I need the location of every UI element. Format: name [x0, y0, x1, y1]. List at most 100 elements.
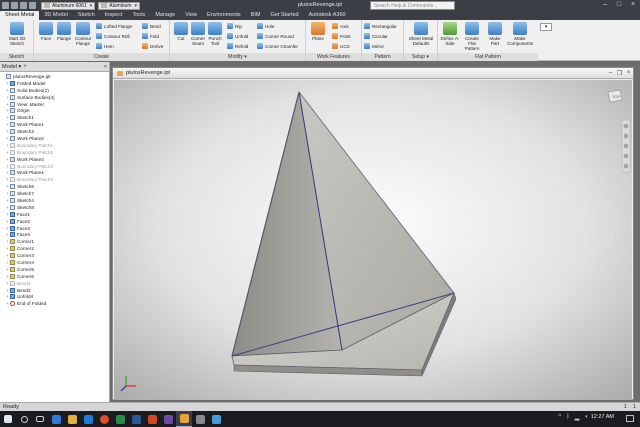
tree-item[interactable]: + View: Master: [1, 101, 109, 108]
tree-item[interactable]: + Corner2: [1, 245, 109, 252]
taskbar-app[interactable]: [144, 411, 160, 427]
axis-button[interactable]: Axis: [332, 22, 349, 30]
tab-manage[interactable]: Manage: [150, 11, 180, 20]
fold-button[interactable]: Fold: [142, 32, 159, 40]
bluetooth-icon[interactable]: ᛒ: [566, 414, 570, 421]
hole-button[interactable]: Hole: [257, 22, 274, 30]
taskbar-app[interactable]: [128, 411, 144, 427]
lofted-flange-button[interactable]: Lofted Flange: [96, 22, 132, 30]
make-part-button[interactable]: Make Part: [485, 22, 505, 46]
save-icon[interactable]: [2, 2, 9, 9]
punch-tool-button[interactable]: Punch Tool: [205, 22, 225, 46]
tab-sketch[interactable]: Sketch: [73, 11, 100, 20]
corner-round-button[interactable]: Corner Round: [257, 32, 294, 40]
tab-bim[interactable]: BIM: [246, 11, 266, 20]
redo-icon[interactable]: [20, 2, 27, 9]
taskbar-app[interactable]: [208, 411, 224, 427]
derive-button[interactable]: Derive: [142, 42, 163, 50]
volume-icon[interactable]: ◖: [584, 414, 588, 421]
create-flat-pattern-button[interactable]: Create Flat Pattern: [461, 22, 483, 51]
tab-view[interactable]: View: [180, 11, 202, 20]
add-icon[interactable]: +: [23, 64, 27, 70]
taskbar-app[interactable]: [64, 411, 80, 427]
tree-item[interactable]: + Boundary Patch4: [1, 176, 109, 183]
close-icon[interactable]: ×: [104, 64, 107, 70]
tree-item[interactable]: + Boundary Patch1: [1, 142, 109, 149]
taskbar-app[interactable]: [192, 411, 208, 427]
sheet-metal-defaults-button[interactable]: Sheet Metal Defaults: [407, 22, 435, 46]
mirror-button[interactable]: Mirror: [364, 42, 384, 50]
network-icon[interactable]: ▂: [575, 414, 580, 421]
taskbar-app[interactable]: [80, 411, 96, 427]
tree-item[interactable]: + Sketch7: [1, 190, 109, 197]
refold-button[interactable]: Refold: [227, 42, 248, 50]
tab-sheet-metal[interactable]: Sheet Metal: [0, 11, 40, 20]
make-components-button[interactable]: Make Components: [506, 22, 534, 46]
plane-button[interactable]: Plane: [308, 22, 328, 41]
contour-flange-button[interactable]: Contour Flange: [73, 22, 93, 46]
taskbar-app[interactable]: [160, 411, 176, 427]
flange-button[interactable]: Flange: [54, 22, 74, 41]
tab-environments[interactable]: Environments: [202, 11, 246, 20]
tree-item[interactable]: + Sketch2: [1, 128, 109, 135]
point-button[interactable]: Point: [332, 32, 350, 40]
face-button[interactable]: Face: [36, 22, 56, 41]
tree-item[interactable]: plutosRevenge.ipt: [1, 73, 109, 80]
maximize-icon[interactable]: □: [612, 0, 626, 11]
home-icon[interactable]: [29, 2, 36, 9]
tab-tools[interactable]: Tools: [127, 11, 150, 20]
tree-item[interactable]: + Work Plane1: [1, 121, 109, 128]
rip-button[interactable]: Rip: [227, 22, 242, 30]
tree-item[interactable]: + Sketch8: [1, 204, 109, 211]
ribbon-options-button[interactable]: ▾: [540, 23, 552, 31]
steering-wheel-icon[interactable]: [623, 123, 629, 129]
tree-item[interactable]: + Face2: [1, 218, 109, 225]
tree-item[interactable]: + Boundary Patch2: [1, 149, 109, 156]
taskbar-app[interactable]: [96, 411, 112, 427]
tree-item[interactable]: + Corner3: [1, 252, 109, 259]
setup-group-label[interactable]: Setup ▾: [404, 53, 437, 61]
tree-item[interactable]: + Surface Bodies(4): [1, 94, 109, 101]
tree-item[interactable]: + Work Plane2: [1, 135, 109, 142]
look-at-icon[interactable]: [623, 163, 629, 169]
tree-item[interactable]: + Boundary Patch3: [1, 163, 109, 170]
define-a-side-button[interactable]: Define A-Side: [440, 22, 460, 46]
tree-item[interactable]: + Origin: [1, 107, 109, 114]
tree-item[interactable]: + End of Folded: [1, 300, 109, 307]
minimize-icon[interactable]: –: [598, 0, 612, 11]
tree-item[interactable]: + Sketch4: [1, 197, 109, 204]
minimize-icon[interactable]: –: [606, 70, 615, 77]
tree-item[interactable]: + Face4: [1, 231, 109, 238]
close-icon[interactable]: ×: [626, 0, 640, 11]
undo-icon[interactable]: [11, 2, 18, 9]
tree-item[interactable]: + Work Plane4: [1, 169, 109, 176]
tab-get-started[interactable]: Get Started: [265, 11, 303, 20]
tab-inspect[interactable]: Inspect: [100, 11, 128, 20]
tab-autodesk-a360[interactable]: Autodesk A360: [304, 11, 351, 20]
start-button[interactable]: [0, 411, 16, 427]
tree-item[interactable]: + Corner6: [1, 273, 109, 280]
tree-item[interactable]: + Sketch6: [1, 183, 109, 190]
rectangular-pattern-button[interactable]: Rectangular: [364, 22, 397, 30]
appearance-dropdown[interactable]: Aluminum ▾: [98, 1, 141, 10]
tree-item[interactable]: + Unfold4: [1, 294, 109, 301]
material-dropdown[interactable]: Aluminum 6061 ▾: [41, 1, 96, 10]
search-button[interactable]: [16, 411, 32, 427]
tree-item[interactable]: + Face3: [1, 225, 109, 232]
modify-group-label[interactable]: Modify ▾: [170, 53, 305, 61]
taskbar-clock[interactable]: 12:27 AM: [591, 414, 614, 420]
search-input[interactable]: Search Help & Commands...: [370, 1, 455, 10]
ucs-button[interactable]: UCS: [332, 42, 350, 50]
tree-item[interactable]: + Bend1: [1, 280, 109, 287]
tree-item[interactable]: + Sketch1: [1, 114, 109, 121]
tree-item[interactable]: + Folded Model: [1, 80, 109, 87]
tree-item[interactable]: + Face1: [1, 211, 109, 218]
taskbar-app[interactable]: [48, 411, 64, 427]
taskbar-app[interactable]: [112, 411, 128, 427]
3d-viewport[interactable]: TOP: [114, 80, 632, 400]
tab-3d-model[interactable]: 3D Model: [39, 11, 73, 20]
hem-button[interactable]: Hem: [96, 42, 114, 50]
start-2d-sketch-button[interactable]: Start 2D Sketch: [7, 22, 27, 46]
tree-item[interactable]: + Bend2: [1, 287, 109, 294]
contour-roll-button[interactable]: Contour Roll: [96, 32, 130, 40]
